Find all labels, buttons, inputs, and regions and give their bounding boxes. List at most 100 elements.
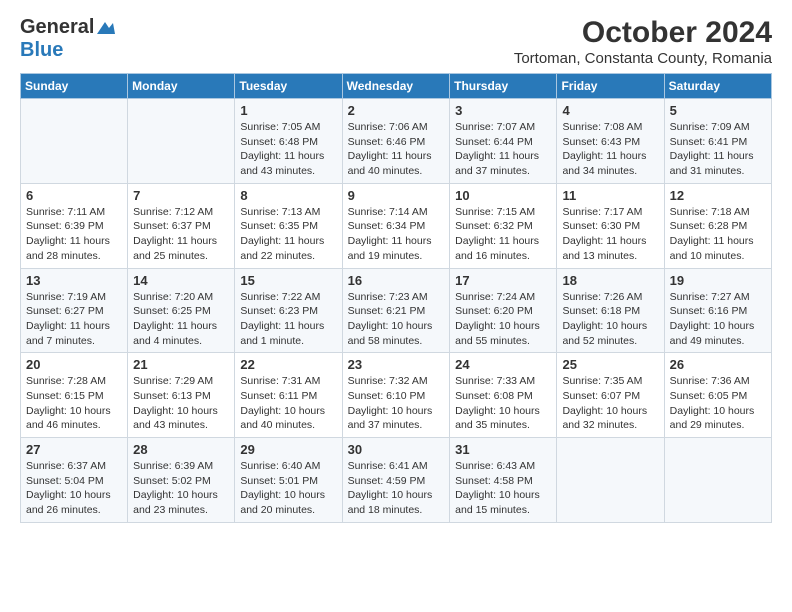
calendar-cell: 15 Sunrise: 7:22 AM Sunset: 6:23 PM Dayli… [235, 268, 342, 353]
header-thursday: Thursday [450, 74, 557, 99]
day-number: 16 [348, 273, 445, 288]
calendar-cell: 17 Sunrise: 7:24 AM Sunset: 6:20 PM Dayli… [450, 268, 557, 353]
calendar-cell: 3 Sunrise: 7:07 AM Sunset: 6:44 PM Daylig… [450, 99, 557, 184]
day-number: 4 [562, 103, 658, 118]
day-number: 10 [455, 188, 551, 203]
day-info: Sunrise: 7:22 AM Sunset: 6:23 PM Dayligh… [240, 290, 336, 349]
day-number: 20 [26, 357, 122, 372]
calendar-cell: 30Sunrise: 6:41 AM Sunset: 4:59 PM Dayli… [342, 438, 450, 523]
calendar-cell: 2 Sunrise: 7:06 AM Sunset: 6:46 PM Daylig… [342, 99, 450, 184]
calendar-cell: 16 Sunrise: 7:23 AM Sunset: 6:21 PM Dayli… [342, 268, 450, 353]
day-number: 2 [348, 103, 445, 118]
day-number: 11 [562, 188, 658, 203]
day-number: 23 [348, 357, 445, 372]
calendar-week-1: 6 Sunrise: 7:11 AM Sunset: 6:39 PM Daylig… [21, 183, 772, 268]
calendar-cell: 24 Sunrise: 7:33 AM Sunset: 6:08 PM Dayli… [450, 353, 557, 438]
day-number: 21 [133, 357, 229, 372]
day-info: Sunrise: 7:17 AM Sunset: 6:30 PM Dayligh… [562, 205, 658, 264]
title-section: October 2024 Tortoman, Constanta County,… [514, 16, 772, 67]
calendar-week-2: 13 Sunrise: 7:19 AM Sunset: 6:27 PM Dayli… [21, 268, 772, 353]
day-info: Sunrise: 7:27 AM Sunset: 6:16 PM Dayligh… [670, 290, 766, 349]
calendar-cell: 22Sunrise: 7:31 AM Sunset: 6:11 PM Dayli… [235, 353, 342, 438]
day-number: 14 [133, 273, 229, 288]
header-monday: Monday [128, 74, 235, 99]
day-info: Sunrise: 7:19 AM Sunset: 6:27 PM Dayligh… [26, 290, 122, 349]
calendar-cell: 7Sunrise: 7:12 AM Sunset: 6:37 PM Daylig… [128, 183, 235, 268]
day-info: Sunrise: 7:20 AM Sunset: 6:25 PM Dayligh… [133, 290, 229, 349]
logo-bird-icon [95, 20, 117, 36]
logo-blue: Blue [20, 39, 63, 61]
calendar-cell: 4 Sunrise: 7:08 AM Sunset: 6:43 PM Daylig… [557, 99, 664, 184]
logo-general: General [20, 16, 94, 38]
page-header: General Blue October 2024 Tortoman, Cons… [20, 16, 772, 67]
day-number: 17 [455, 273, 551, 288]
calendar-cell: 20Sunrise: 7:28 AM Sunset: 6:15 PM Dayli… [21, 353, 128, 438]
day-info: Sunrise: 7:14 AM Sunset: 6:34 PM Dayligh… [348, 205, 445, 264]
day-number: 13 [26, 273, 122, 288]
day-info: Sunrise: 7:07 AM Sunset: 6:44 PM Dayligh… [455, 120, 551, 179]
header-wednesday: Wednesday [342, 74, 450, 99]
header-friday: Friday [557, 74, 664, 99]
calendar-cell: 9Sunrise: 7:14 AM Sunset: 6:34 PM Daylig… [342, 183, 450, 268]
day-info: Sunrise: 7:35 AM Sunset: 6:07 PM Dayligh… [562, 374, 658, 433]
calendar-subtitle: Tortoman, Constanta County, Romania [514, 50, 772, 67]
calendar-cell: 23 Sunrise: 7:32 AM Sunset: 6:10 PM Dayli… [342, 353, 450, 438]
calendar-cell: 6 Sunrise: 7:11 AM Sunset: 6:39 PM Daylig… [21, 183, 128, 268]
day-info: Sunrise: 6:37 AM Sunset: 5:04 PM Dayligh… [26, 459, 122, 518]
calendar-title: October 2024 [514, 16, 772, 50]
calendar-cell: 12Sunrise: 7:18 AM Sunset: 6:28 PM Dayli… [664, 183, 771, 268]
day-info: Sunrise: 6:40 AM Sunset: 5:01 PM Dayligh… [240, 459, 336, 518]
calendar-cell [128, 99, 235, 184]
day-info: Sunrise: 7:36 AM Sunset: 6:05 PM Dayligh… [670, 374, 766, 433]
calendar-cell: 18 Sunrise: 7:26 AM Sunset: 6:18 PM Dayli… [557, 268, 664, 353]
day-info: Sunrise: 7:09 AM Sunset: 6:41 PM Dayligh… [670, 120, 766, 179]
calendar-cell: 10Sunrise: 7:15 AM Sunset: 6:32 PM Dayli… [450, 183, 557, 268]
calendar-table: SundayMondayTuesdayWednesdayThursdayFrid… [20, 73, 772, 523]
day-info: Sunrise: 7:06 AM Sunset: 6:46 PM Dayligh… [348, 120, 445, 179]
day-number: 18 [562, 273, 658, 288]
day-number: 3 [455, 103, 551, 118]
calendar-cell: 14 Sunrise: 7:20 AM Sunset: 6:25 PM Dayli… [128, 268, 235, 353]
day-info: Sunrise: 7:23 AM Sunset: 6:21 PM Dayligh… [348, 290, 445, 349]
day-info: Sunrise: 7:08 AM Sunset: 6:43 PM Dayligh… [562, 120, 658, 179]
day-number: 27 [26, 442, 122, 457]
day-number: 1 [240, 103, 336, 118]
day-info: Sunrise: 6:41 AM Sunset: 4:59 PM Dayligh… [348, 459, 445, 518]
day-number: 29 [240, 442, 336, 457]
calendar-cell: 26 Sunrise: 7:36 AM Sunset: 6:05 PM Dayli… [664, 353, 771, 438]
calendar-cell: 13 Sunrise: 7:19 AM Sunset: 6:27 PM Dayli… [21, 268, 128, 353]
day-info: Sunrise: 7:29 AM Sunset: 6:13 PM Dayligh… [133, 374, 229, 433]
calendar-cell: 5Sunrise: 7:09 AM Sunset: 6:41 PM Daylig… [664, 99, 771, 184]
header-tuesday: Tuesday [235, 74, 342, 99]
day-number: 6 [26, 188, 122, 203]
day-info: Sunrise: 7:33 AM Sunset: 6:08 PM Dayligh… [455, 374, 551, 433]
day-info: Sunrise: 7:13 AM Sunset: 6:35 PM Dayligh… [240, 205, 336, 264]
calendar-cell: 27 Sunrise: 6:37 AM Sunset: 5:04 PM Dayli… [21, 438, 128, 523]
calendar-cell: 25Sunrise: 7:35 AM Sunset: 6:07 PM Dayli… [557, 353, 664, 438]
header-saturday: Saturday [664, 74, 771, 99]
day-number: 15 [240, 273, 336, 288]
day-info: Sunrise: 7:31 AM Sunset: 6:11 PM Dayligh… [240, 374, 336, 433]
day-info: Sunrise: 7:32 AM Sunset: 6:10 PM Dayligh… [348, 374, 445, 433]
calendar-cell: 19Sunrise: 7:27 AM Sunset: 6:16 PM Dayli… [664, 268, 771, 353]
calendar-cell: 31Sunrise: 6:43 AM Sunset: 4:58 PM Dayli… [450, 438, 557, 523]
day-info: Sunrise: 6:39 AM Sunset: 5:02 PM Dayligh… [133, 459, 229, 518]
day-number: 7 [133, 188, 229, 203]
day-number: 24 [455, 357, 551, 372]
calendar-body: 1Sunrise: 7:05 AM Sunset: 6:48 PM Daylig… [21, 99, 772, 523]
day-number: 28 [133, 442, 229, 457]
day-info: Sunrise: 7:24 AM Sunset: 6:20 PM Dayligh… [455, 290, 551, 349]
calendar-cell [664, 438, 771, 523]
header-sunday: Sunday [21, 74, 128, 99]
header-row: SundayMondayTuesdayWednesdayThursdayFrid… [21, 74, 772, 99]
logo-text: General [20, 16, 118, 39]
day-info: Sunrise: 7:26 AM Sunset: 6:18 PM Dayligh… [562, 290, 658, 349]
day-info: Sunrise: 7:11 AM Sunset: 6:39 PM Dayligh… [26, 205, 122, 264]
calendar-header: SundayMondayTuesdayWednesdayThursdayFrid… [21, 74, 772, 99]
logo: General Blue [20, 16, 118, 62]
day-number: 31 [455, 442, 551, 457]
day-number: 12 [670, 188, 766, 203]
day-number: 8 [240, 188, 336, 203]
day-number: 26 [670, 357, 766, 372]
calendar-cell: 1Sunrise: 7:05 AM Sunset: 6:48 PM Daylig… [235, 99, 342, 184]
